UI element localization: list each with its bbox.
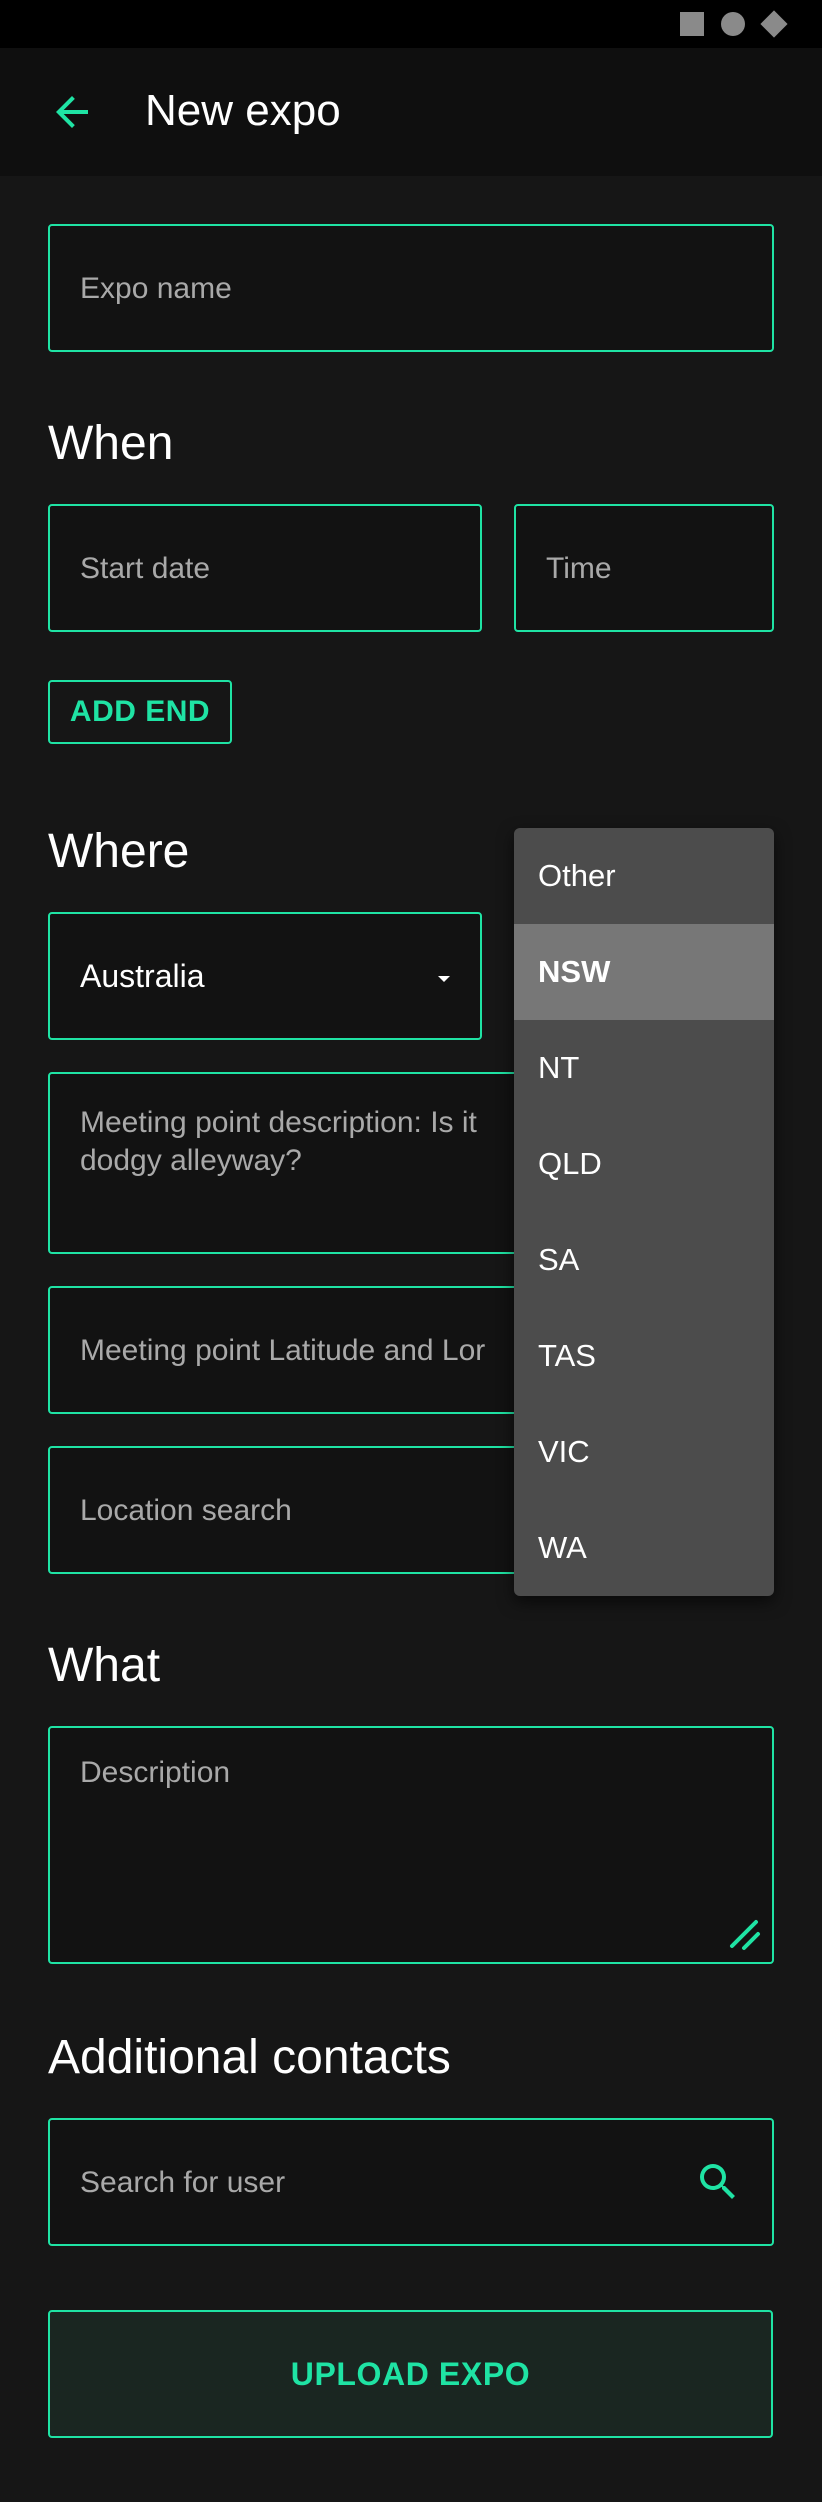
app-bar: New expo — [0, 48, 822, 176]
search-user-input[interactable]: Search for user — [48, 2118, 774, 2246]
menu-item-other[interactable]: Other — [514, 828, 774, 924]
time-placeholder: Time — [546, 552, 612, 585]
country-value: Australia — [80, 958, 205, 994]
resize-handle-icon[interactable] — [724, 1914, 764, 1954]
upload-expo-button[interactable]: UPLOAD EXPO — [48, 2310, 773, 2438]
description-placeholder: Description — [80, 1756, 231, 1789]
menu-item-vic[interactable]: VIC — [514, 1404, 774, 1500]
location-search-placeholder: Location search — [80, 1494, 292, 1527]
back-button[interactable] — [48, 88, 96, 136]
menu-item-tas[interactable]: TAS — [514, 1308, 774, 1404]
menu-item-sa[interactable]: SA — [514, 1212, 774, 1308]
status-bar — [0, 0, 822, 48]
search-icon[interactable] — [694, 2158, 742, 2206]
where-heading: Where — [48, 825, 190, 878]
state-dropdown-menu: Other NSW NT QLD SA TAS VIC WA — [514, 828, 774, 1596]
circle-icon — [721, 12, 745, 36]
arrow-left-icon — [56, 96, 88, 128]
meeting-point-description-placeholder-line2: dodgy alleyway? — [80, 1144, 302, 1177]
add-end-button[interactable]: ADD END — [48, 680, 232, 744]
expo-name-input[interactable]: Expo name — [48, 224, 774, 352]
diamond-icon — [760, 10, 788, 38]
menu-item-wa[interactable]: WA — [514, 1500, 774, 1596]
meeting-point-description-placeholder: Meeting point description: Is it — [80, 1106, 477, 1139]
time-input[interactable]: Time — [514, 504, 774, 632]
country-select[interactable]: Australia — [48, 912, 482, 1040]
start-date-input[interactable]: Start date — [48, 504, 482, 632]
menu-item-qld[interactable]: QLD — [514, 1116, 774, 1212]
menu-item-nt[interactable]: NT — [514, 1020, 774, 1116]
menu-item-nsw[interactable]: NSW — [514, 924, 774, 1020]
when-heading: When — [48, 417, 174, 470]
additional-contacts-heading: Additional contacts — [48, 2031, 451, 2084]
caret-down-icon — [438, 976, 450, 982]
search-user-placeholder: Search for user — [80, 2166, 286, 2199]
square-icon — [680, 12, 704, 36]
meeting-point-latlng-placeholder: Meeting point Latitude and Lor — [80, 1334, 486, 1367]
expo-name-placeholder: Expo name — [80, 272, 232, 305]
page-title: New expo — [145, 86, 341, 135]
description-textarea[interactable]: Description — [48, 1726, 774, 1964]
start-date-placeholder: Start date — [80, 552, 211, 585]
what-heading: What — [48, 1639, 161, 1692]
